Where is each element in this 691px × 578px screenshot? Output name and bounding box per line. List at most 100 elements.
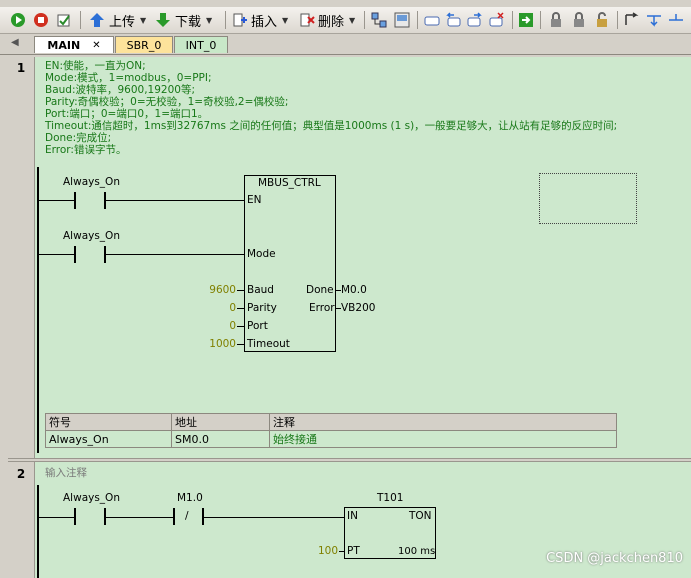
pin-en: EN xyxy=(247,194,262,206)
done-value[interactable]: M0.0 xyxy=(341,284,367,296)
wire xyxy=(39,254,75,255)
exit-icon xyxy=(518,12,534,28)
network-separator xyxy=(8,458,691,462)
pin-port: Port xyxy=(247,320,268,332)
compile-icon xyxy=(56,12,72,28)
pin-baud: Baud xyxy=(247,284,274,296)
upload-button[interactable]: 上传 ▼ xyxy=(89,10,146,30)
forward-button[interactable] xyxy=(467,10,483,30)
delete-button[interactable]: 删除 ▼ xyxy=(299,10,355,30)
contact-bar[interactable] xyxy=(173,508,175,525)
table-header: 注释 xyxy=(269,413,617,431)
separator xyxy=(225,11,226,29)
blank-button[interactable] xyxy=(424,10,440,30)
up-branch-button[interactable] xyxy=(668,10,684,30)
back-button[interactable] xyxy=(445,10,461,30)
selection-box[interactable] xyxy=(539,173,637,224)
download-button[interactable]: 下载 ▼ xyxy=(155,10,212,30)
table-header: 地址 xyxy=(171,413,270,431)
branch-icon xyxy=(623,12,639,28)
tab-label: MAIN xyxy=(47,38,81,52)
tab-bar: ◀ MAIN ✕ SBR_0 INT_0 xyxy=(0,34,691,55)
insert-button[interactable]: 插入 ▼ xyxy=(232,10,288,30)
timer-base: 100 ms xyxy=(398,546,436,557)
separator xyxy=(417,11,418,29)
network-number: 2 xyxy=(16,467,26,481)
tab-main[interactable]: MAIN ✕ xyxy=(34,36,114,53)
timeout-value[interactable]: 1000 xyxy=(200,338,236,350)
monitor-icon xyxy=(394,12,410,28)
chevron-down-icon[interactable]: ▼ xyxy=(349,16,355,25)
lock-all-button[interactable] xyxy=(571,10,587,30)
tab-int0[interactable]: INT_0 xyxy=(174,36,228,53)
comment-line[interactable]: Baud:波特率，9600,19200等; xyxy=(45,84,195,96)
chevron-down-icon[interactable]: ▼ xyxy=(206,16,212,25)
comment-line[interactable]: Timeout:通信超时，1ms到32767ms 之间的任何值；典型值是1000… xyxy=(45,120,617,132)
delete-icon xyxy=(299,12,315,28)
comment-line[interactable]: Done:完成位; xyxy=(45,132,111,144)
error-value[interactable]: VB200 xyxy=(341,302,375,314)
arrow-up-icon xyxy=(89,12,105,28)
network-comment[interactable]: 输入注释 xyxy=(45,467,87,479)
clear-button[interactable] xyxy=(489,10,505,30)
unlock-button[interactable] xyxy=(594,10,610,30)
comment-line[interactable]: EN:使能，一直为ON; xyxy=(45,60,146,72)
contact-bar[interactable] xyxy=(74,192,76,209)
comment-line[interactable]: Parity:奇偶校验；0=无校验，1=奇校验,2=偶校验; xyxy=(45,96,288,108)
monitor-button[interactable] xyxy=(394,10,410,30)
branch-button[interactable] xyxy=(623,10,639,30)
comment-line[interactable]: Error:错误字节。 xyxy=(45,144,126,156)
contact-label: M1.0 xyxy=(177,492,203,504)
tab-sbr0[interactable]: SBR_0 xyxy=(115,36,173,53)
stop-button[interactable] xyxy=(33,10,49,30)
lock-button[interactable] xyxy=(548,10,564,30)
network-number: 1 xyxy=(16,61,26,75)
wire xyxy=(106,254,244,255)
table-header-row: 符号 地址 注释 xyxy=(45,413,617,431)
pin-error: Error xyxy=(309,302,335,314)
arrow-down-icon xyxy=(155,12,171,28)
tab-label: INT_0 xyxy=(185,38,217,52)
parity-value[interactable]: 0 xyxy=(200,302,236,314)
close-icon[interactable]: ✕ xyxy=(92,40,100,51)
wire xyxy=(237,290,244,291)
exit-button[interactable] xyxy=(518,10,534,30)
pt-value[interactable]: 100 xyxy=(304,545,338,557)
up-branch-icon xyxy=(668,12,684,28)
separator xyxy=(364,11,365,29)
watermark: CSDN @jackchen810 xyxy=(546,551,683,566)
timer-name: T101 xyxy=(377,492,404,504)
down-branch-button[interactable] xyxy=(646,10,662,30)
baud-value[interactable]: 9600 xyxy=(200,284,236,296)
wire xyxy=(204,517,344,518)
contact-bar[interactable] xyxy=(74,246,76,263)
run-button[interactable] xyxy=(10,10,26,30)
pin-timeout: Timeout xyxy=(247,338,290,350)
toolbar: 上传 ▼ 下载 ▼ 插入 ▼ 删除 ▼ xyxy=(0,7,691,34)
tab-label: SBR_0 xyxy=(126,38,162,52)
contact-label: Always_On xyxy=(63,176,120,188)
unlock-icon xyxy=(594,12,610,28)
wire xyxy=(106,517,173,518)
pin-parity: Parity xyxy=(247,302,277,314)
wire xyxy=(237,308,244,309)
table-row[interactable]: Always_On SM0.0 始终接通 xyxy=(45,430,617,448)
lock-icon xyxy=(548,12,564,28)
comment-line[interactable]: Mode:模式，1=modbus，0=PPI; xyxy=(45,72,212,84)
download-label: 下载 xyxy=(175,14,202,30)
contact-label: Always_On xyxy=(63,492,120,504)
network-button[interactable] xyxy=(371,10,387,30)
insert-icon xyxy=(232,12,248,28)
scroll-left-icon[interactable]: ◀ xyxy=(11,37,19,48)
chevron-down-icon[interactable]: ▼ xyxy=(140,16,146,25)
contact-bar[interactable] xyxy=(74,508,76,525)
compile-button[interactable] xyxy=(56,10,72,30)
port-value[interactable]: 0 xyxy=(200,320,236,332)
lock-icon xyxy=(571,12,587,28)
chevron-down-icon[interactable]: ▼ xyxy=(282,16,288,25)
ladder-editor[interactable]: 1 EN:使能，一直为ON; Mode:模式，1=modbus，0=PPI; B… xyxy=(8,57,691,578)
block-title: MBUS_CTRL xyxy=(258,177,321,189)
run-icon xyxy=(10,12,26,28)
pin-done: Done xyxy=(306,284,334,296)
comment-line[interactable]: Port:端口；0=端口0，1=端口1。 xyxy=(45,108,208,120)
